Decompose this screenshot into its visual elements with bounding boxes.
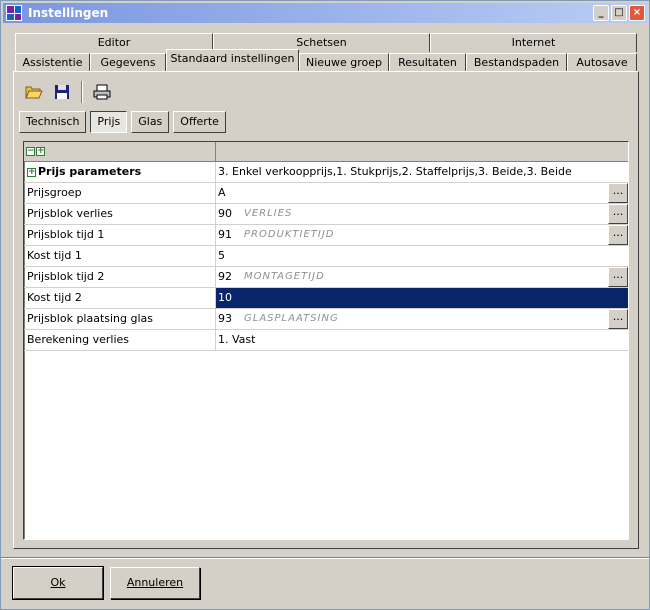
subtab-technisch[interactable]: Technisch bbox=[19, 111, 87, 133]
row-value[interactable]: 90 bbox=[218, 204, 244, 224]
tab-standaard-instellingen[interactable]: Standaard instellingen bbox=[166, 49, 299, 71]
window-title: Instellingen bbox=[28, 6, 109, 20]
table-row[interactable]: + Prijs parameters 3. Enkel verkoopprijs,… bbox=[24, 162, 628, 183]
print-icon[interactable] bbox=[91, 81, 113, 103]
expand-icon[interactable]: + bbox=[27, 167, 36, 177]
table-row[interactable]: Prijsblok tijd 1 91 PRODUKTIETIJD... bbox=[24, 225, 628, 246]
row-label: Prijsblok tijd 1 bbox=[27, 228, 105, 241]
expand-all-icon[interactable]: + bbox=[36, 147, 45, 156]
ellipsis-button[interactable]: ... bbox=[608, 225, 628, 245]
row-value[interactable]: 91 bbox=[218, 225, 244, 245]
row-value[interactable]: 1. Vast bbox=[218, 330, 255, 350]
toolbar bbox=[23, 81, 113, 103]
ellipsis-button[interactable]: ... bbox=[608, 309, 628, 329]
table-row[interactable]: Prijsgroep A... bbox=[24, 183, 628, 204]
tab-gegevens[interactable]: Gegevens bbox=[90, 53, 166, 72]
row-value[interactable]: A bbox=[218, 183, 244, 203]
collapse-all-icon[interactable]: − bbox=[26, 147, 35, 156]
cancel-button[interactable]: Annuleren bbox=[110, 567, 200, 599]
ellipsis-button[interactable]: ... bbox=[608, 183, 628, 203]
table-row[interactable]: Kost tijd 1 5 bbox=[24, 246, 628, 267]
table-row[interactable]: Kost tijd 2 10 bbox=[24, 288, 628, 309]
tab-assistentie[interactable]: Assistentie bbox=[15, 53, 90, 72]
title-bar[interactable]: Instellingen _ □ × bbox=[3, 3, 647, 23]
close-button[interactable]: × bbox=[629, 5, 645, 21]
table-row[interactable]: Prijsblok tijd 2 92 MONTAGETIJD... bbox=[24, 267, 628, 288]
tab-internet[interactable]: Internet bbox=[430, 33, 637, 52]
row-value[interactable]: 92 bbox=[218, 267, 244, 287]
row-label: Kost tijd 2 bbox=[27, 291, 82, 304]
app-icon bbox=[6, 5, 22, 21]
row-label: Berekening verlies bbox=[27, 333, 129, 346]
table-row[interactable]: Berekening verlies 1. Vast bbox=[24, 330, 628, 351]
tab-autosave[interactable]: Autosave bbox=[567, 53, 637, 72]
tab-nieuwe-groep[interactable]: Nieuwe groep bbox=[299, 53, 389, 72]
row-label: Kost tijd 1 bbox=[27, 249, 82, 262]
property-grid: − + + Prijs parameters 3. Enkel verkooppr… bbox=[23, 141, 629, 540]
grid-header: − + bbox=[24, 142, 628, 162]
row-label: Prijsblok plaatsing glas bbox=[27, 312, 154, 325]
toolbar-separator bbox=[81, 81, 83, 103]
tab-bestandspaden[interactable]: Bestandspaden bbox=[466, 53, 567, 72]
row-value[interactable]: 5 bbox=[218, 246, 244, 266]
row-label: Prijsblok verlies bbox=[27, 207, 113, 220]
open-folder-icon[interactable] bbox=[23, 81, 45, 103]
row-description: MONTAGETIJD bbox=[244, 271, 325, 282]
row-description: GLASPLAATSING bbox=[244, 313, 339, 324]
row-value[interactable]: 10 bbox=[218, 288, 244, 308]
row-label: Prijsgroep bbox=[27, 186, 82, 199]
subtab-prijs[interactable]: Prijs bbox=[90, 111, 128, 133]
save-disk-icon[interactable] bbox=[51, 81, 73, 103]
subtab-glas[interactable]: Glas bbox=[131, 111, 170, 133]
table-row[interactable]: Prijsblok verlies 90 VERLIES... bbox=[24, 204, 628, 225]
row-label: Prijsblok tijd 2 bbox=[27, 270, 105, 283]
row-label: Prijs parameters bbox=[38, 165, 142, 178]
tab-resultaten[interactable]: Resultaten bbox=[389, 53, 466, 72]
settings-window: Instellingen _ □ × Editor Schetsen Inter… bbox=[0, 0, 650, 610]
row-description: VERLIES bbox=[244, 208, 293, 219]
row-value[interactable]: 93 bbox=[218, 309, 244, 329]
ellipsis-button[interactable]: ... bbox=[608, 204, 628, 224]
subtab-bar: Technisch Prijs Glas Offerte bbox=[19, 111, 226, 133]
table-row[interactable]: Prijsblok plaatsing glas 93 GLASPLAATSING… bbox=[24, 309, 628, 330]
maximize-button[interactable]: □ bbox=[611, 5, 627, 21]
subtab-offerte[interactable]: Offerte bbox=[173, 111, 226, 133]
row-description: PRODUKTIETIJD bbox=[244, 229, 335, 240]
footer-divider bbox=[1, 557, 649, 559]
ok-button[interactable]: Ok bbox=[12, 566, 104, 600]
minimize-button[interactable]: _ bbox=[593, 5, 609, 21]
row-value: 3. Enkel verkoopprijs,1. Stukprijs,2. St… bbox=[218, 165, 572, 178]
ellipsis-button[interactable]: ... bbox=[608, 267, 628, 287]
